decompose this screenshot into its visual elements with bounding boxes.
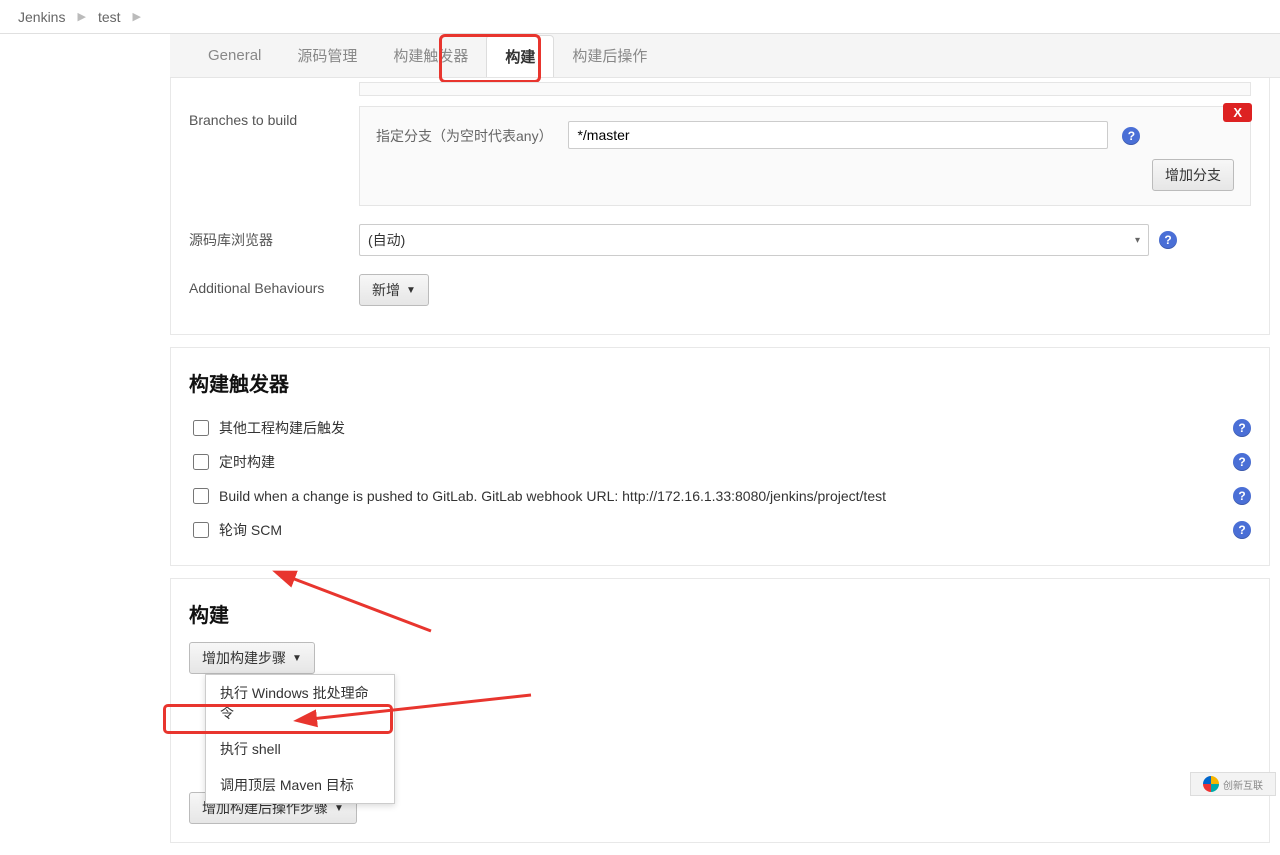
tab-scm[interactable]: 源码管理 [279, 35, 375, 76]
additional-behaviours-label: Additional Behaviours [189, 274, 359, 296]
add-build-step-menu: 执行 Windows 批处理命令 执行 shell 调用顶层 Maven 目标 [205, 674, 395, 804]
trigger-label: Build when a change is pushed to GitLab.… [219, 488, 1223, 504]
repo-browser-label: 源码库浏览器 [189, 224, 359, 250]
delete-branch-button[interactable]: X [1223, 103, 1252, 122]
trigger-checkbox-timer[interactable] [193, 454, 209, 470]
trigger-label: 其他工程构建后触发 [219, 418, 1223, 438]
caret-down-icon: ▼ [406, 285, 416, 296]
branch-spec-input[interactable] [568, 121, 1108, 149]
help-icon[interactable]: ? [1122, 127, 1140, 145]
chevron-right-icon: ▶ [77, 10, 85, 23]
tab-build[interactable]: 构建 [486, 35, 554, 77]
branch-spec-label: 指定分支（为空时代表any） [376, 126, 553, 146]
chevron-right-icon: ▶ [133, 10, 141, 23]
tab-triggers[interactable]: 构建触发器 [375, 35, 486, 76]
menu-item-execute-shell[interactable]: 执行 shell [206, 731, 394, 767]
left-gutter [0, 34, 170, 855]
trigger-checkbox-scm-poll[interactable] [193, 522, 209, 538]
add-behaviour-button[interactable]: 新增▼ [359, 274, 429, 306]
trigger-label: 轮询 SCM [219, 520, 1223, 540]
tab-general[interactable]: General [190, 37, 279, 74]
branches-to-build-label: Branches to build [189, 106, 359, 128]
repo-browser-select[interactable]: (自动) ▾ [359, 224, 1149, 256]
trigger-checkbox-upstream[interactable] [193, 420, 209, 436]
add-build-step-button[interactable]: 增加构建步骤▼ [189, 642, 315, 674]
breadcrumb: Jenkins ▶ test ▶ [0, 0, 1280, 34]
caret-down-icon: ▼ [292, 653, 302, 664]
menu-item-maven[interactable]: 调用顶层 Maven 目标 [206, 767, 394, 803]
help-icon[interactable]: ? [1233, 419, 1251, 437]
help-icon[interactable]: ? [1233, 453, 1251, 471]
breadcrumb-project[interactable]: test [98, 9, 121, 25]
watermark-logo-icon [1203, 776, 1219, 792]
menu-item-windows-batch[interactable]: 执行 Windows 批处理命令 [206, 675, 394, 731]
help-icon[interactable]: ? [1233, 487, 1251, 505]
help-icon[interactable]: ? [1233, 521, 1251, 539]
chevron-down-icon: ▾ [1135, 235, 1140, 246]
build-section-title: 构建 [189, 599, 1251, 628]
build-triggers-title: 构建触发器 [189, 368, 1251, 397]
breadcrumb-root[interactable]: Jenkins [18, 9, 65, 25]
caret-down-icon: ▼ [334, 803, 344, 814]
watermark: 创新互联 [1190, 772, 1276, 796]
config-tabs: General 源码管理 构建触发器 构建 构建后操作 [170, 34, 1280, 78]
trigger-label: 定时构建 [219, 452, 1223, 472]
help-icon[interactable]: ? [1159, 231, 1177, 249]
tab-post[interactable]: 构建后操作 [554, 35, 665, 76]
add-branch-button[interactable]: 增加分支 [1152, 159, 1234, 191]
trigger-checkbox-gitlab[interactable] [193, 488, 209, 504]
